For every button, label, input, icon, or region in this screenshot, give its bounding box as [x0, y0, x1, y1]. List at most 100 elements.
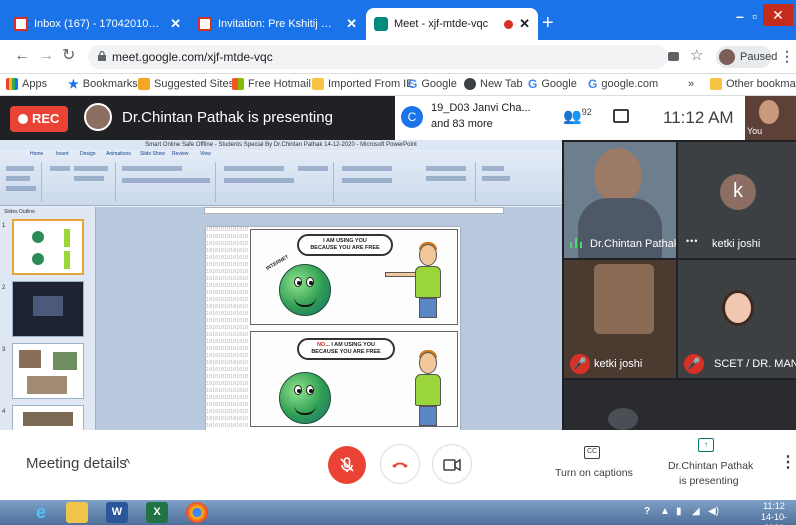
ribbon-tab: Animations: [106, 151, 131, 157]
more-options-icon[interactable]: ⋮: [780, 452, 796, 472]
recording-indicator[interactable]: REC: [10, 106, 68, 132]
people-button[interactable]: 👥92: [563, 107, 592, 125]
self-label: You: [747, 126, 763, 136]
thumb-figure: [33, 296, 63, 316]
camera-in-use-icon[interactable]: [668, 52, 679, 61]
back-arrow-icon[interactable]: ←: [14, 48, 30, 64]
ribbon-control: [342, 166, 392, 171]
bookmark-google-2[interactable]: G Google: [528, 78, 577, 90]
tab-inbox[interactable]: Inbox (167) - 170420109547.el1... ✕: [6, 8, 189, 40]
people-count: 92: [581, 107, 592, 117]
ribbon-control: [74, 176, 104, 181]
tab-invitation[interactable]: Invitation: Pre Kshitij Webinar on ✕: [190, 8, 365, 40]
bookmark-label: Apps: [22, 78, 48, 90]
chat-icon[interactable]: [613, 109, 629, 123]
camera-toggle-button[interactable]: [432, 444, 472, 484]
thumb-figure: [64, 229, 70, 247]
thumb-photo: [23, 412, 73, 426]
network-icon[interactable]: ▮: [676, 506, 682, 517]
participant-tile[interactable]: 🎤 SCET / DR. MANIS: [678, 260, 796, 378]
bookmark-apps[interactable]: Apps: [6, 78, 47, 90]
tab-label: Inbox (167) - 170420109547.el1...: [34, 18, 164, 30]
ribbon-control: [224, 178, 294, 183]
bookmark-star-icon[interactable]: ☆: [690, 48, 703, 63]
explorer-icon[interactable]: [66, 502, 88, 523]
other-bookmarks[interactable]: Other bookmarks: [710, 78, 796, 90]
signal-icon[interactable]: ◢: [692, 506, 700, 517]
speech-line: BECAUSE YOU ARE FREE: [310, 245, 380, 251]
globe-label: INTERNET: [265, 254, 290, 272]
bookmark-label: Google: [541, 78, 577, 90]
tray-arrow-icon[interactable]: ▲: [660, 506, 670, 517]
captions-button[interactable]: Turn on captions: [555, 467, 633, 479]
profile-button[interactable]: Paused: [716, 46, 777, 68]
omnibox[interactable]: meet.google.com/xjf-mtde-vqc: [88, 45, 668, 69]
forward-arrow-icon[interactable]: →: [38, 48, 54, 64]
close-tab-icon[interactable]: ✕: [346, 16, 357, 32]
self-view-tile[interactable]: You: [745, 96, 796, 140]
bookmark-label: Other bookmarks: [726, 78, 796, 90]
chevron-up-icon[interactable]: ^: [124, 456, 130, 471]
captions-icon[interactable]: CC: [584, 446, 600, 459]
meeting-details-button[interactable]: Meeting details: [26, 455, 127, 472]
bookmark-google[interactable]: G Google: [408, 78, 457, 90]
head: [419, 352, 437, 374]
presenting-status-sub[interactable]: is presenting: [679, 475, 739, 487]
slide-thumbnail[interactable]: [12, 219, 84, 275]
slides-outline-tabs[interactable]: Slides Outline: [4, 209, 35, 215]
people-icon: 👥: [563, 108, 582, 125]
presenting-status[interactable]: Dr.Chintan Pathak: [668, 460, 753, 472]
close-tab-icon[interactable]: ✕: [170, 16, 181, 32]
ribbon-control: [6, 176, 30, 181]
bookmark-google-com[interactable]: G google.com: [588, 78, 658, 90]
tile-name: Dr.Chintan Pathak: [590, 238, 676, 250]
taskbar-clock[interactable]: 11:12 14-10-2020: [752, 501, 796, 525]
bookmark-imported-ie[interactable]: Imported From IE: [312, 78, 414, 90]
volume-icon[interactable]: ◀): [708, 506, 719, 517]
word-icon[interactable]: W: [106, 502, 128, 523]
leave-call-button[interactable]: [380, 444, 420, 484]
speech-bubble: NO... I AM USING YOU BECAUSE YOU ARE FRE…: [297, 338, 395, 360]
address-bar-row: ← → ↻ meet.google.com/xjf-mtde-vqc ☆ Pau…: [0, 40, 796, 74]
minimize-icon[interactable]: –: [736, 8, 744, 24]
chrome-icon[interactable]: [186, 502, 208, 523]
url-text[interactable]: meet.google.com/xjf-mtde-vqc: [112, 50, 273, 64]
gmail-icon: [198, 17, 212, 31]
browser-menu-icon[interactable]: ⋮: [780, 48, 794, 65]
slide-thumbnail[interactable]: [12, 281, 84, 337]
new-tab-button[interactable]: +: [542, 13, 554, 33]
maximize-icon[interactable]: ▫: [752, 8, 757, 24]
rec-label: REC: [32, 111, 60, 126]
ribbon-group-clipboard: [2, 162, 42, 202]
bookmark-free-hotmail[interactable]: Free Hotmail: [232, 78, 311, 90]
bookmark-new-tab[interactable]: New Tab: [464, 78, 523, 90]
eye: [306, 385, 314, 395]
windows-icon: [232, 78, 244, 90]
ribbon-tab: Review: [172, 151, 189, 157]
participant-tile[interactable]: Dr.Chintan Pathak: [564, 142, 676, 258]
participant-tile[interactable]: 🎤 ketki joshi: [564, 260, 676, 378]
participant-tile[interactable]: [564, 380, 796, 430]
bookmark-suggested-sites[interactable]: Suggested Sites: [138, 78, 234, 90]
present-screen-icon[interactable]: ↑: [698, 438, 714, 452]
bookmark-bookmarks[interactable]: ★ Bookmarks: [68, 78, 138, 90]
tab-meet[interactable]: Meet - xjf-mtde-vqc ✕: [366, 8, 538, 40]
bookmark-label: Suggested Sites: [154, 78, 235, 90]
close-tab-icon[interactable]: ✕: [519, 16, 530, 32]
help-icon[interactable]: ?: [644, 506, 650, 517]
ribbon-tab: Slide Show: [140, 151, 166, 157]
meet-info-panel: C 19_D03 Janvi Cha... and 83 more 👥92 11…: [395, 96, 796, 140]
clock-time: 11:12: [763, 501, 785, 511]
slide-thumbnail[interactable]: [12, 405, 84, 430]
participant-tile[interactable]: k ••• ketki joshi: [678, 142, 796, 258]
mic-toggle-button[interactable]: [328, 446, 366, 484]
slide-thumbnail[interactable]: [12, 343, 84, 399]
bookmarks-overflow-button[interactable]: »: [688, 78, 694, 90]
ribbon-group-slides: [44, 162, 116, 202]
reload-icon[interactable]: ↻: [62, 48, 75, 64]
ie-icon[interactable]: e: [30, 502, 52, 523]
thumb-photo: [19, 350, 41, 368]
excel-icon[interactable]: X: [146, 502, 168, 523]
globe-icon: [464, 78, 476, 90]
window-close-button[interactable]: ✕: [763, 4, 793, 26]
